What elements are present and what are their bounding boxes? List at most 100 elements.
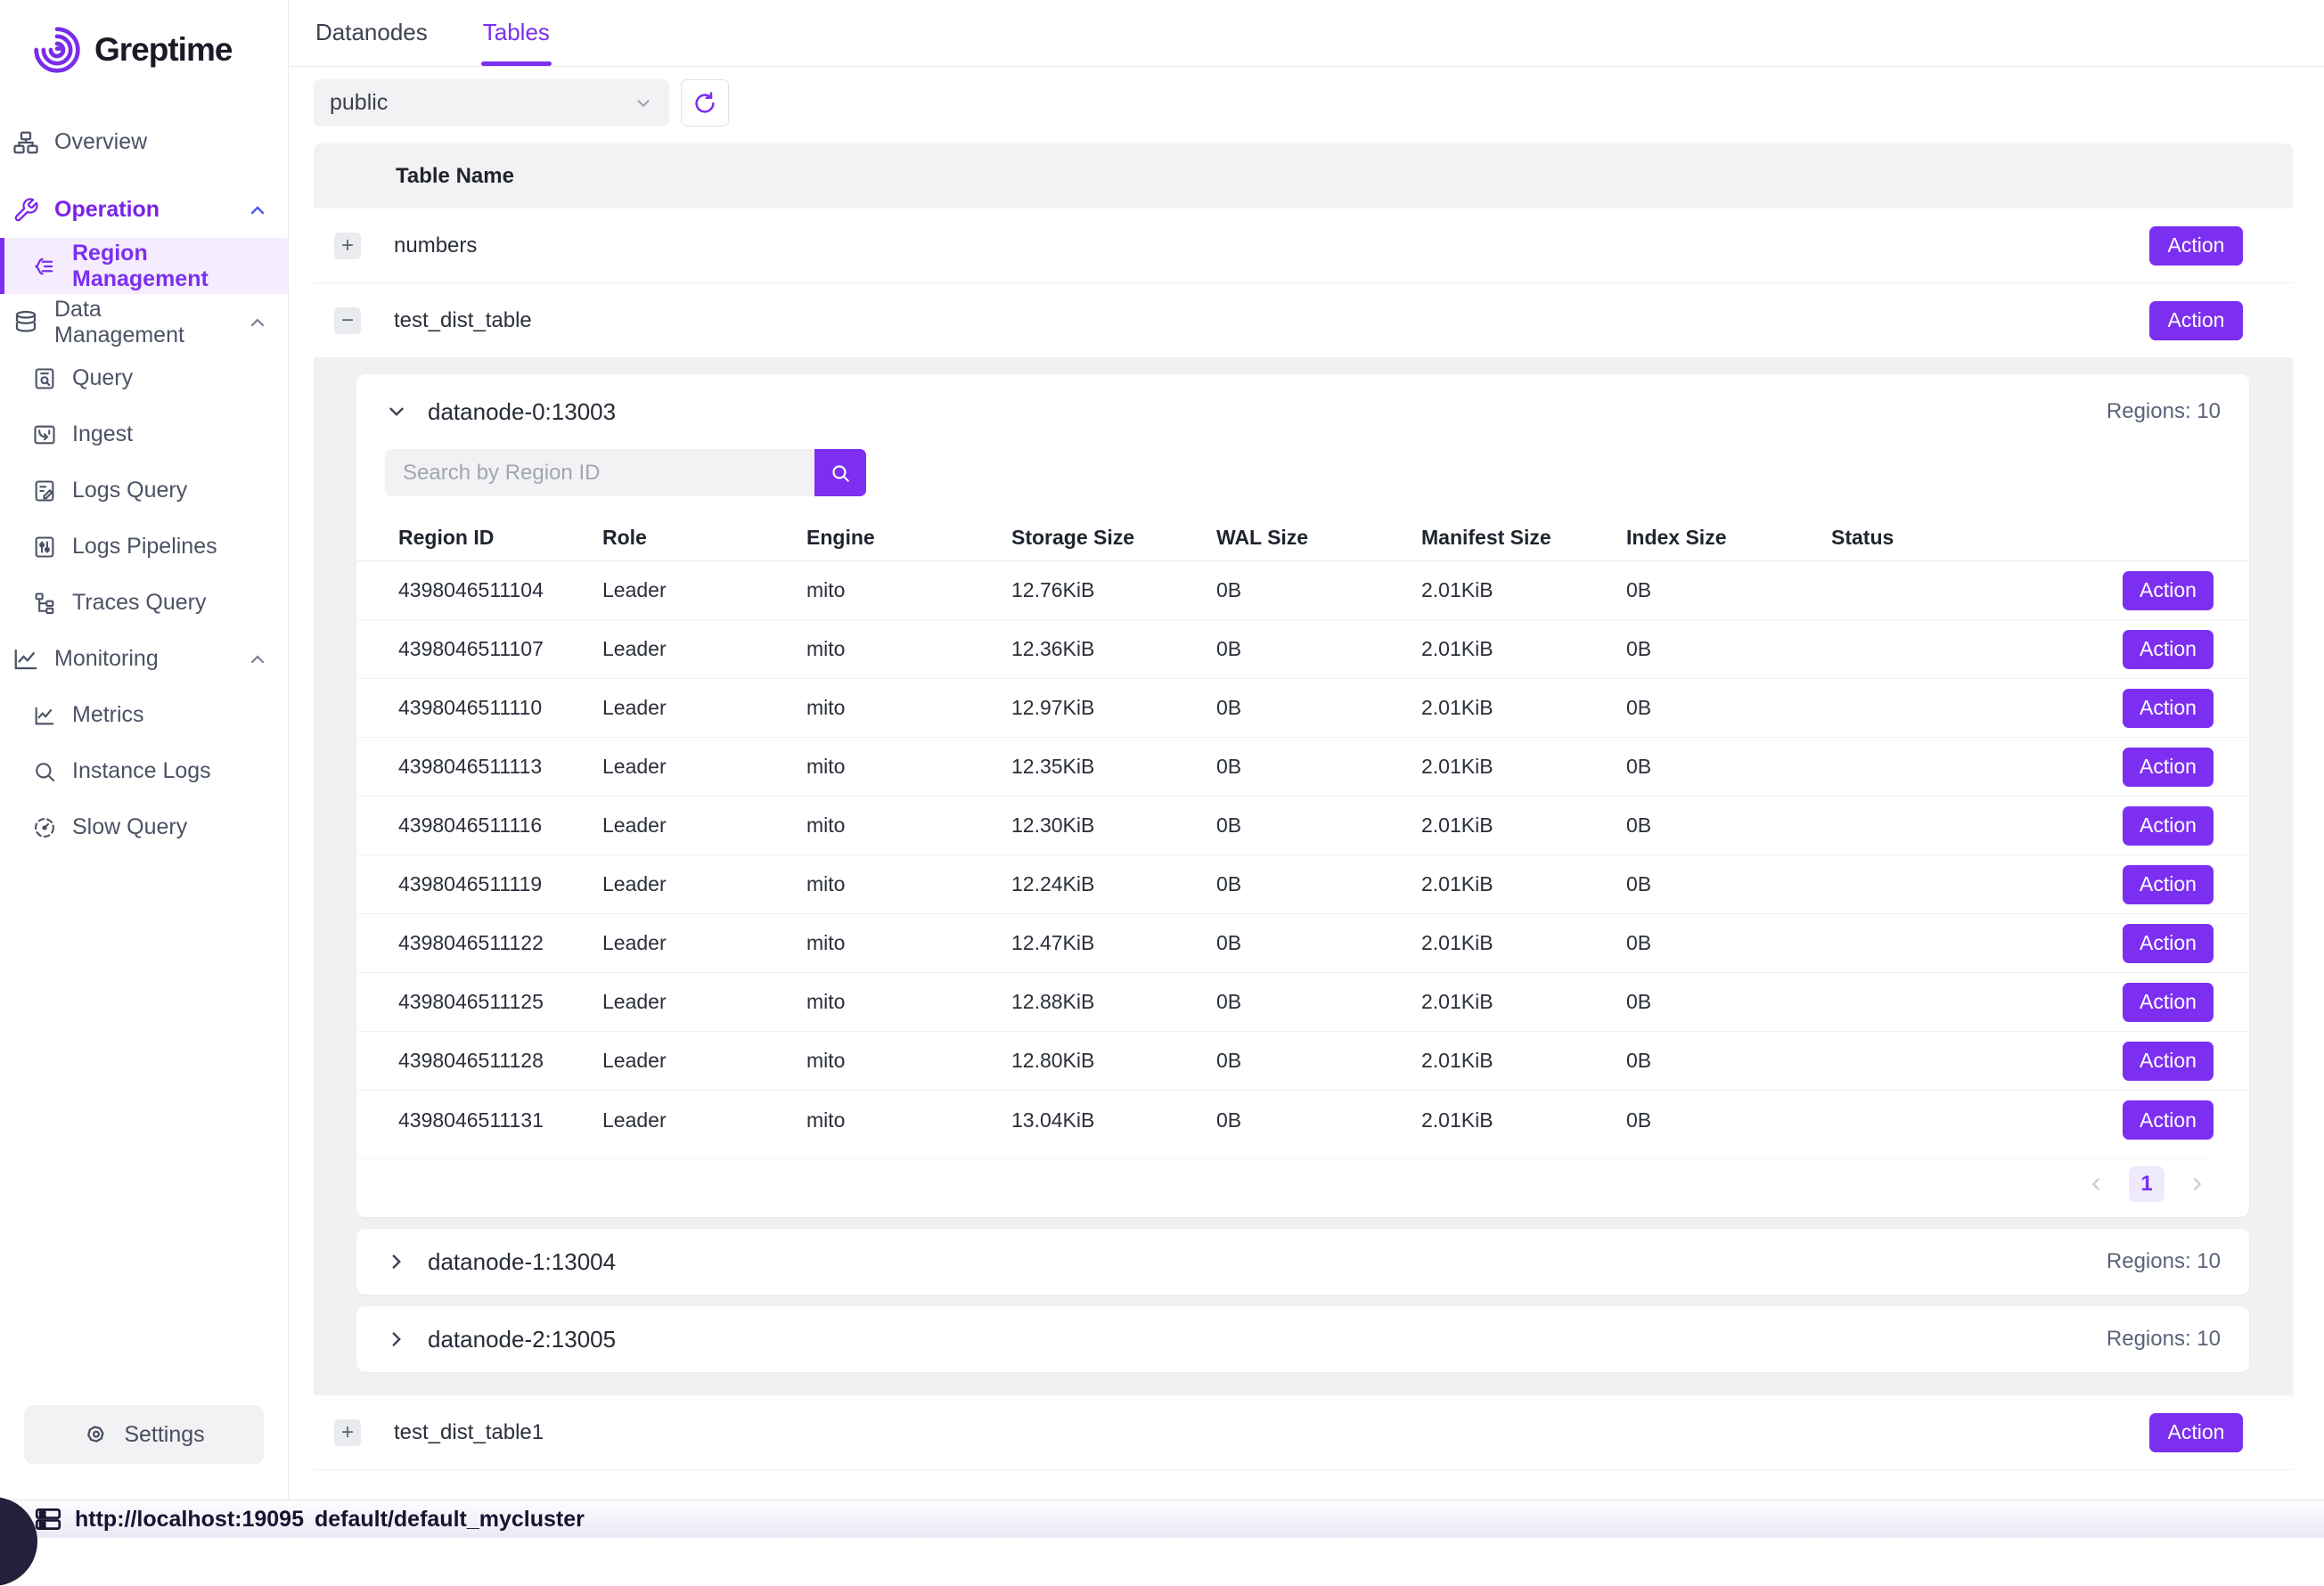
region-action-button[interactable]: Action: [2123, 689, 2214, 728]
region-row: 4398046511128 Leader mito 12.80KiB 0B 2.…: [356, 1032, 2249, 1091]
tabbar: Datanodes Tables: [290, 0, 2324, 67]
chevron-up-icon[interactable]: [247, 312, 268, 333]
datanode-1-card: datanode-1:13004 Regions: 10: [356, 1229, 2249, 1295]
server-icon: [33, 1504, 63, 1534]
tab-datanodes[interactable]: Datanodes: [315, 19, 428, 66]
sidebar-item-monitoring[interactable]: Monitoring: [0, 631, 288, 687]
table-action-button[interactable]: Action: [2149, 226, 2243, 266]
region-action-button[interactable]: Action: [2123, 630, 2214, 669]
chevron-down-icon[interactable]: [385, 400, 408, 423]
tables-list: Table Name + numbers Action − test_dist_…: [314, 143, 2293, 1470]
region-action-button[interactable]: Action: [2123, 865, 2214, 904]
refresh-button[interactable]: [681, 79, 729, 127]
region-row: 4398046511131 Leader mito 13.04KiB 0B 2.…: [356, 1091, 2249, 1149]
region-row: 4398046511110 Leader mito 12.97KiB 0B 2.…: [356, 679, 2249, 738]
datanode-0-header: datanode-0:13003 Regions: 10: [356, 374, 2249, 449]
settings-gear-icon: [83, 1421, 110, 1448]
chevron-up-icon[interactable]: [247, 649, 268, 670]
sidebar-item-traces-query[interactable]: Traces Query: [0, 575, 288, 631]
region-row: 4398046511107 Leader mito 12.36KiB 0B 2.…: [356, 620, 2249, 679]
sidebar-item-metrics[interactable]: Metrics: [0, 687, 288, 743]
schema-select-value: public: [330, 90, 388, 116]
greptime-logo-icon: [32, 25, 82, 75]
sidebar: Greptime Overview Operation: [0, 0, 289, 1500]
expand-button[interactable]: +: [334, 233, 361, 259]
table-name: test_dist_table: [394, 308, 532, 333]
datanode-name: datanode-0:13003: [428, 398, 616, 426]
region-row: 4398046511104 Leader mito 12.76KiB 0B 2.…: [356, 561, 2249, 620]
chevron-right-icon[interactable]: [385, 1250, 408, 1273]
connection-url[interactable]: http://localhost:19095: [0, 1504, 304, 1534]
region-management-icon: [32, 254, 57, 279]
wrench-icon: [12, 197, 39, 224]
sidebar-item-operation[interactable]: Operation: [0, 182, 288, 238]
region-table-header: Region ID Role Engine Storage Size WAL S…: [356, 514, 2249, 561]
sidebar-item-slow-query[interactable]: Slow Query: [0, 799, 288, 855]
chart-line-icon: [12, 646, 39, 673]
tables-header: Table Name: [314, 143, 2293, 208]
regions-count: Regions: 10: [2107, 1327, 2221, 1352]
region-row: 4398046511113 Leader mito 12.35KiB 0B 2.…: [356, 738, 2249, 797]
brand-name: Greptime: [94, 31, 232, 69]
table-action-button[interactable]: Action: [2149, 1413, 2243, 1452]
regions-count: Regions: 10: [2107, 1249, 2221, 1274]
sidebar-item-logs-query[interactable]: Logs Query: [0, 462, 288, 519]
search-icon: [829, 462, 852, 485]
region-row: 4398046511122 Leader mito 12.47KiB 0B 2.…: [356, 914, 2249, 973]
chevron-right-icon[interactable]: [385, 1328, 408, 1351]
region-row: 4398046511116 Leader mito 12.30KiB 0B 2.…: [356, 797, 2249, 855]
sitemap-icon: [12, 129, 39, 156]
datanode-expand-zone: datanode-0:13003 Regions: 10 Region: [314, 358, 2293, 1395]
datanode-name: datanode-2:13005: [428, 1326, 616, 1353]
table-row-test-dist-table1: + test_dist_table1 Action: [314, 1395, 2293, 1470]
region-action-button[interactable]: Action: [2123, 748, 2214, 787]
main-content: Datanodes Tables public Table Name + num…: [290, 0, 2324, 1500]
page-number-button[interactable]: 1: [2129, 1166, 2164, 1202]
cluster-name: default/default_mycluster: [315, 1507, 585, 1533]
next-page-icon[interactable]: [2188, 1174, 2207, 1194]
sidebar-item-overview[interactable]: Overview: [0, 114, 288, 170]
table-name: test_dist_table1: [394, 1420, 544, 1445]
regions-count: Regions: 10: [2107, 399, 2221, 424]
table-name: numbers: [394, 233, 477, 258]
sidebar-item-instance-logs[interactable]: Instance Logs: [0, 743, 288, 799]
expand-button[interactable]: +: [334, 1419, 361, 1446]
tree-icon: [32, 591, 57, 616]
region-action-button[interactable]: Action: [2123, 1100, 2214, 1140]
region-search: [385, 449, 2221, 496]
datanode-name: datanode-1:13004: [428, 1248, 616, 1276]
settings-button[interactable]: Settings: [24, 1405, 264, 1464]
table-row-numbers: + numbers Action: [314, 208, 2293, 283]
region-row: 4398046511119 Leader mito 12.24KiB 0B 2.…: [356, 855, 2249, 914]
sidebar-item-logs-pipelines[interactable]: Logs Pipelines: [0, 519, 288, 575]
sidebar-item-data-management[interactable]: Data Management: [0, 294, 288, 350]
tab-tables[interactable]: Tables: [483, 19, 550, 66]
region-action-button[interactable]: Action: [2123, 571, 2214, 610]
magnifier-icon: [32, 759, 57, 784]
region-action-button[interactable]: Action: [2123, 924, 2214, 963]
region-search-input[interactable]: [385, 449, 814, 496]
region-action-button[interactable]: Action: [2123, 983, 2214, 1022]
region-row: 4398046511125 Leader mito 12.88KiB 0B 2.…: [356, 973, 2249, 1032]
sidebar-item-query[interactable]: Query: [0, 350, 288, 406]
datanode-2-header: datanode-2:13005 Regions: 10: [356, 1306, 2249, 1372]
toolbar: public: [290, 67, 2324, 127]
document-edit-icon: [32, 478, 57, 503]
region-action-button[interactable]: Action: [2123, 806, 2214, 846]
previous-page-icon[interactable]: [2086, 1174, 2106, 1194]
search-button[interactable]: [814, 449, 866, 496]
sliders-icon: [32, 535, 57, 560]
sidebar-item-region-management[interactable]: Region Management: [0, 238, 288, 294]
table-row-test-dist-table: − test_dist_table Action: [314, 283, 2293, 358]
table-action-button[interactable]: Action: [2149, 301, 2243, 340]
metrics-icon: [32, 703, 57, 728]
chevron-up-icon[interactable]: [247, 200, 268, 221]
collapse-button[interactable]: −: [334, 307, 361, 334]
refresh-icon: [691, 90, 718, 117]
gauge-icon: [32, 815, 57, 840]
region-action-button[interactable]: Action: [2123, 1042, 2214, 1081]
datanode-2-card: datanode-2:13005 Regions: 10: [356, 1306, 2249, 1372]
chevron-down-icon: [634, 94, 653, 113]
sidebar-item-ingest[interactable]: Ingest: [0, 406, 288, 462]
schema-select[interactable]: public: [314, 79, 669, 127]
